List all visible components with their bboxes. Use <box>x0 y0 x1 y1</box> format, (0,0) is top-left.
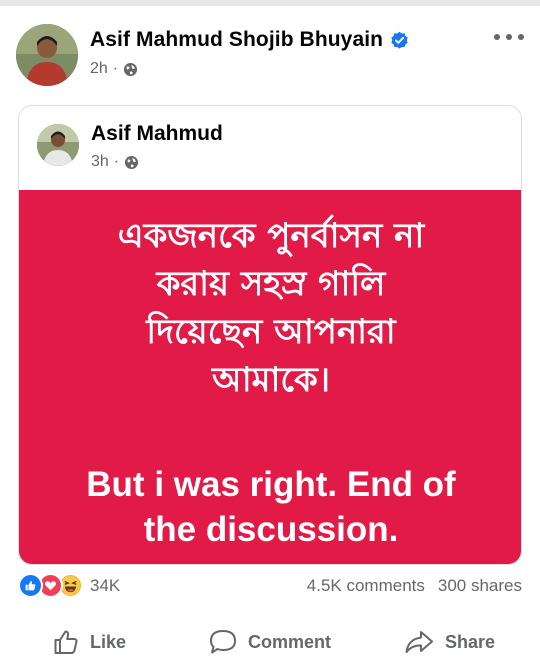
comment-button[interactable]: Comment <box>208 628 331 656</box>
more-options-icon[interactable] <box>494 30 524 44</box>
meta-separator: · <box>112 60 119 77</box>
comment-bubble-icon <box>210 630 236 654</box>
comment-button-label: Comment <box>248 631 332 652</box>
english-post-text: But i was right. End of the discussion. <box>49 462 493 552</box>
dot-icon <box>506 34 512 40</box>
author-avatar[interactable] <box>16 24 78 86</box>
post-meta: 2h · <box>90 60 138 78</box>
reactions-summary[interactable]: 34K <box>18 573 120 598</box>
globe-icon[interactable] <box>123 62 138 77</box>
post-text-line: আমাকে। <box>211 360 330 400</box>
share-button-label: Share <box>445 631 496 652</box>
verified-badge-icon <box>390 31 409 50</box>
shared-post-card[interactable]: Asif Mahmud 3h · একজনকে পুনর্বাসন না করা… <box>18 105 522 565</box>
shared-post-header: Asif Mahmud 3h · <box>19 106 521 190</box>
reaction-count[interactable]: 34K <box>90 576 120 596</box>
shared-author-avatar[interactable] <box>37 124 79 166</box>
shares-count[interactable]: 300 shares <box>438 576 522 596</box>
shared-post-time[interactable]: 3h <box>91 153 109 171</box>
post-text-line: করায় সহস্র গালি <box>156 264 386 304</box>
shared-post-meta: 3h · <box>91 153 139 171</box>
top-divider <box>0 0 540 6</box>
post-author[interactable]: Asif Mahmud Shojib Bhuyain <box>90 28 409 52</box>
shared-post-author[interactable]: Asif Mahmud <box>91 122 223 146</box>
globe-icon[interactable] <box>124 155 139 170</box>
share-arrow-icon <box>405 631 433 653</box>
post-action-bar: Like Comment Share <box>0 618 540 662</box>
post-author-name[interactable]: Asif Mahmud Shojib Bhuyain <box>90 28 383 52</box>
post-text-line: the discussion. <box>143 510 399 549</box>
like-reaction-icon <box>18 573 43 598</box>
dot-icon <box>518 34 524 40</box>
share-button[interactable]: Share <box>403 628 495 656</box>
comments-count[interactable]: 4.5K comments <box>307 576 425 596</box>
like-button-label: Like <box>90 631 127 652</box>
thumbs-up-icon <box>54 630 78 654</box>
like-button[interactable]: Like <box>52 628 126 656</box>
meta-separator: · <box>113 153 120 170</box>
post-text-line: দিয়েছেন আপনারা <box>146 312 396 352</box>
text-background-card[interactable]: একজনকে পুনর্বাসন না করায় সহস্র গালি দিয… <box>19 190 521 564</box>
post-time[interactable]: 2h <box>90 60 108 78</box>
dot-icon <box>494 34 500 40</box>
comment-share-counts: 4.5K comments 300 shares <box>307 576 522 596</box>
post-header: Asif Mahmud Shojib Bhuyain 2h · <box>16 24 524 88</box>
bangla-post-text: একজনকে পুনর্বাসন না করায় সহস্র গালি দিয… <box>49 212 493 404</box>
post-text-line: But i was right. End of <box>86 465 456 504</box>
engagement-stats: 34K 4.5K comments 300 shares <box>18 572 522 602</box>
post-text-line: একজনকে পুনর্বাসন না <box>117 216 425 256</box>
